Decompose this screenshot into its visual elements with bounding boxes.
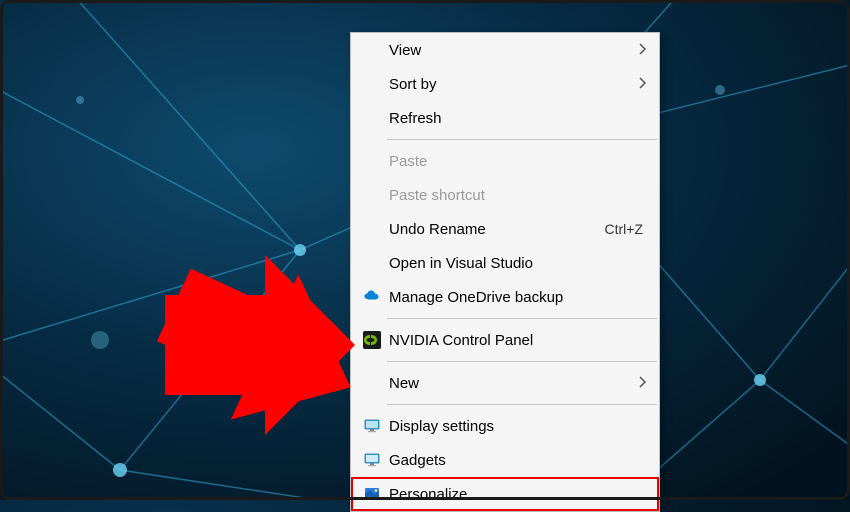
menu-item-sortby[interactable]: Sort by bbox=[351, 67, 659, 101]
menu-separator bbox=[387, 404, 657, 405]
menu-label: New bbox=[385, 375, 633, 392]
chevron-right-icon bbox=[633, 76, 647, 93]
chevron-right-icon bbox=[633, 42, 647, 59]
display-icon bbox=[359, 417, 385, 435]
menu-label: View bbox=[385, 42, 633, 59]
onedrive-icon bbox=[359, 288, 385, 306]
menu-label: Paste shortcut bbox=[385, 187, 647, 204]
menu-separator bbox=[387, 139, 657, 140]
menu-separator bbox=[387, 318, 657, 319]
menu-label: Gadgets bbox=[385, 452, 647, 469]
desktop-context-menu: View Sort by Refresh Paste Paste shortcu… bbox=[350, 32, 660, 512]
menu-separator bbox=[387, 361, 657, 362]
menu-item-display-settings[interactable]: Display settings bbox=[351, 409, 659, 443]
menu-item-undo-rename[interactable]: Undo Rename Ctrl+Z bbox=[351, 212, 659, 246]
menu-label: Display settings bbox=[385, 418, 647, 435]
menu-item-gadgets[interactable]: Gadgets bbox=[351, 443, 659, 477]
menu-label: Sort by bbox=[385, 76, 633, 93]
gadgets-icon bbox=[359, 451, 385, 469]
menu-item-refresh[interactable]: Refresh bbox=[351, 101, 659, 135]
menu-shortcut: Ctrl+Z bbox=[605, 221, 648, 237]
menu-item-nvidia[interactable]: NVIDIA Control Panel bbox=[351, 323, 659, 357]
menu-item-personalize[interactable]: Personalize bbox=[351, 477, 659, 511]
personalize-icon bbox=[359, 485, 385, 503]
menu-item-paste: Paste bbox=[351, 144, 659, 178]
menu-label: NVIDIA Control Panel bbox=[385, 332, 647, 349]
menu-label: Manage OneDrive backup bbox=[385, 289, 647, 306]
menu-label: Paste bbox=[385, 153, 647, 170]
menu-item-view[interactable]: View bbox=[351, 33, 659, 67]
menu-item-onedrive-backup[interactable]: Manage OneDrive backup bbox=[351, 280, 659, 314]
menu-item-paste-shortcut: Paste shortcut bbox=[351, 178, 659, 212]
menu-label: Undo Rename bbox=[385, 221, 605, 238]
menu-item-new[interactable]: New bbox=[351, 366, 659, 400]
chevron-right-icon bbox=[633, 375, 647, 392]
nvidia-icon bbox=[359, 331, 385, 349]
menu-label: Refresh bbox=[385, 110, 647, 127]
menu-label: Open in Visual Studio bbox=[385, 255, 647, 272]
menu-item-open-visual-studio[interactable]: Open in Visual Studio bbox=[351, 246, 659, 280]
